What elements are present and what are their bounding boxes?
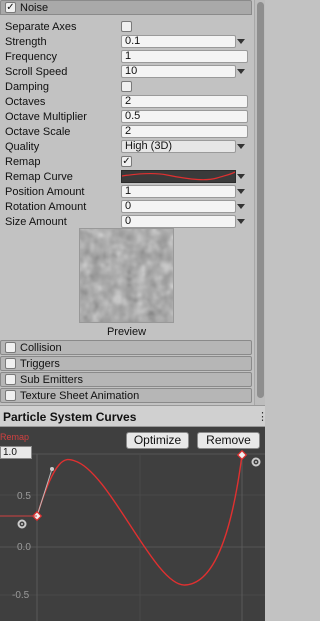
module-label: Triggers — [20, 357, 60, 370]
noise-module-title: Noise — [20, 1, 49, 14]
prop-label: Frequency — [5, 50, 57, 63]
prop-value-field[interactable]: 0.1 — [121, 35, 236, 48]
prop-value-field[interactable]: 0 — [121, 215, 236, 228]
prop-label: Scroll Speed — [5, 65, 68, 78]
module-texture-sheet-animation[interactable]: Texture Sheet Animation — [0, 388, 252, 403]
prop-row-octave-scale: Octave Scale 2 — [0, 124, 250, 139]
module-label: Sub Emitters — [20, 373, 83, 386]
inspector-panel: ✓ Noise Separate Axes Strength 0.1 Frequenc… — [0, 0, 265, 405]
prop-value-field[interactable]: 10 — [121, 65, 236, 78]
prop-row-remap-curve: Remap Curve — [0, 169, 250, 184]
curves-panel-header: Particle System Curves ⋮ — [0, 405, 268, 427]
module-enabled-checkbox[interactable] — [5, 390, 16, 401]
prop-row-octave-multiplier: Octave Multiplier 0.5 — [0, 109, 250, 124]
chevron-down-icon[interactable] — [237, 189, 245, 194]
curves-panel-title: Particle System Curves — [3, 410, 137, 424]
prop-value-field[interactable]: 2 — [121, 125, 248, 138]
y-tick-label: 0.0 — [17, 542, 31, 553]
prop-row-quality: Quality High (3D) — [0, 139, 250, 154]
module-enabled-checkbox[interactable] — [5, 358, 16, 369]
module-enabled-checkbox[interactable] — [5, 342, 16, 353]
prop-checkbox[interactable] — [121, 81, 132, 92]
prop-value-field[interactable]: 1 — [121, 185, 236, 198]
prop-value-field[interactable]: 2 — [121, 95, 248, 108]
prop-row-position-amount: Position Amount 1 — [0, 184, 250, 199]
chevron-down-icon[interactable] — [237, 39, 245, 44]
more-options-icon[interactable]: ⋮ — [257, 410, 268, 423]
prop-row-rotation-amount: Rotation Amount 0 — [0, 199, 250, 214]
chevron-down-icon[interactable] — [237, 174, 245, 179]
noise-enabled-checkbox[interactable]: ✓ — [5, 2, 16, 13]
y-tick-label: -0.5 — [12, 590, 30, 601]
chevron-down-icon[interactable] — [237, 69, 245, 74]
y-tick-label: 0.5 — [17, 491, 31, 502]
prop-label: Separate Axes — [5, 20, 77, 33]
prop-label: Strength — [5, 35, 47, 48]
optimize-button[interactable]: Optimize — [126, 432, 189, 449]
y-max-field[interactable]: 1.0 — [0, 446, 32, 459]
prop-label: Remap — [5, 155, 41, 168]
prop-label: Damping — [5, 80, 50, 93]
chevron-down-icon[interactable] — [237, 204, 245, 209]
scrollbar-thumb[interactable] — [257, 2, 264, 398]
curve-graph[interactable] — [0, 427, 265, 621]
prop-label: Position Amount — [5, 185, 85, 198]
prop-label: Rotation Amount — [5, 200, 87, 213]
prop-label: Size Amount — [5, 215, 67, 228]
noise-preview-image — [79, 228, 174, 323]
curve-name-label: Remap — [0, 432, 30, 442]
preview-label: Preview — [106, 326, 147, 338]
prop-label: Octave Scale — [5, 125, 71, 138]
prop-row-damping: Damping — [0, 79, 250, 94]
prop-label: Remap Curve — [5, 170, 73, 183]
prop-row-strength: Strength 0.1 — [0, 34, 250, 49]
remap-curve-preview[interactable] — [121, 170, 236, 183]
prop-row-separate-axes: Separate Axes — [0, 19, 250, 34]
module-label: Texture Sheet Animation — [20, 389, 140, 402]
module-label: Collision — [20, 341, 62, 354]
module-sub-emitters[interactable]: Sub Emitters — [0, 372, 252, 387]
chevron-down-icon[interactable] — [237, 219, 245, 224]
prop-row-octaves: Octaves 2 — [0, 94, 250, 109]
remove-button[interactable]: Remove — [197, 432, 260, 449]
prop-value-field[interactable]: 0 — [121, 200, 236, 213]
prop-row-remap: Remap ✓ — [0, 154, 250, 169]
prop-value-field[interactable]: 1 — [121, 50, 248, 63]
prop-checkbox[interactable]: ✓ — [121, 156, 132, 167]
prop-label: Octaves — [5, 95, 46, 108]
prop-row-size-amount: Size Amount 0 — [0, 214, 250, 229]
module-triggers[interactable]: Triggers — [0, 356, 252, 371]
prop-checkbox[interactable] — [121, 21, 132, 32]
noise-module-header[interactable]: ✓ Noise — [0, 0, 252, 15]
prop-label: Octave Multiplier — [5, 110, 87, 123]
chevron-down-icon[interactable] — [237, 144, 245, 149]
y-max-value: 1.0 — [3, 447, 17, 458]
prop-label: Quality — [5, 140, 40, 153]
prop-row-frequency: Frequency 1 — [0, 49, 250, 64]
curve-editor[interactable]: Remap 1.0 0.5 0.0 -0.5 Optimize Remove — [0, 427, 265, 621]
module-enabled-checkbox[interactable] — [5, 374, 16, 385]
module-collision[interactable]: Collision — [0, 340, 252, 355]
prop-value-field[interactable]: High (3D) — [121, 140, 236, 153]
prop-row-scroll-speed: Scroll Speed 10 — [0, 64, 250, 79]
inspector-scrollbar[interactable] — [254, 0, 265, 405]
tangent-handle[interactable] — [50, 467, 54, 471]
prop-value-field[interactable]: 0.5 — [121, 110, 248, 123]
